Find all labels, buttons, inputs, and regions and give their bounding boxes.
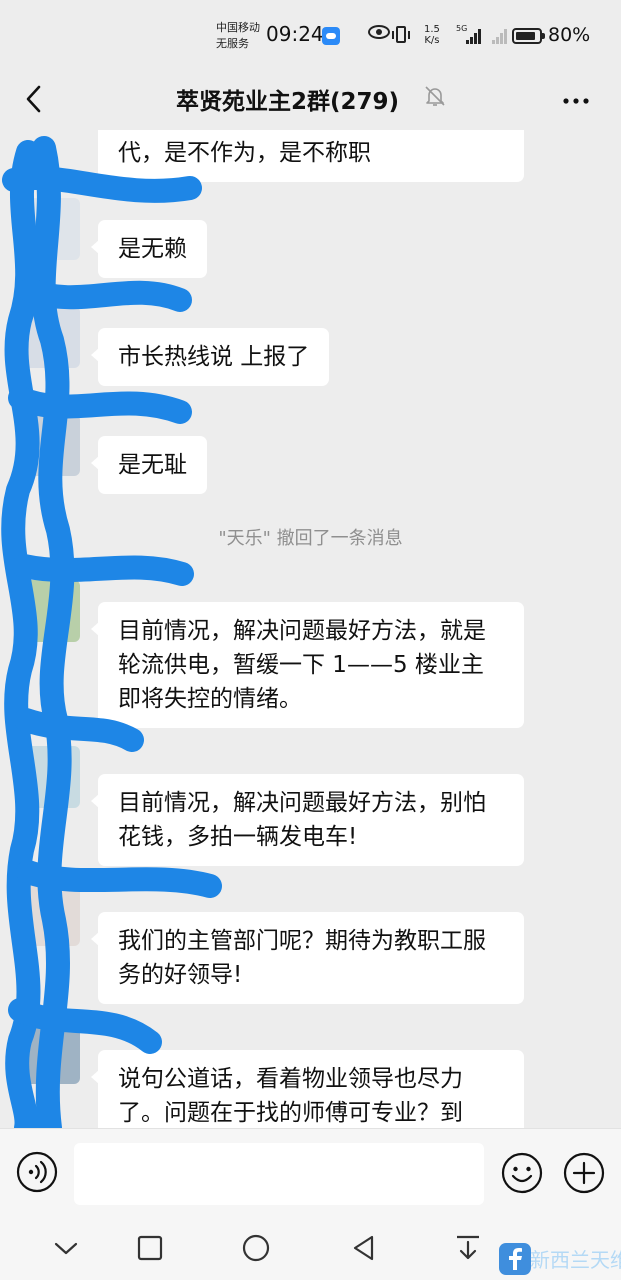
message-bubble[interactable]: 说句公道话，看着物业领导也尽力了。问题在于找的师傅可专业？到 (91, 1050, 524, 1128)
carrier-service: 无服务 (216, 37, 249, 50)
signal-icon (456, 28, 482, 44)
circle-icon[interactable] (240, 1232, 272, 1264)
triangle-back-icon[interactable] (348, 1232, 380, 1264)
more-dots-icon[interactable] (558, 84, 594, 114)
chevron-down-icon[interactable] (50, 1232, 82, 1264)
voice-icon[interactable] (16, 1151, 58, 1193)
avatar[interactable] (18, 198, 80, 260)
network-speed-unit: K/s (424, 35, 440, 46)
message-bubble[interactable]: 代，是不作为，是不称职 (98, 130, 524, 182)
message-bubble[interactable]: 是无赖 (91, 220, 207, 278)
signal-2-icon (488, 28, 508, 44)
square-icon[interactable] (134, 1232, 166, 1264)
plus-icon[interactable] (562, 1151, 606, 1195)
chevron-left-icon[interactable] (20, 84, 50, 114)
message-bubble[interactable]: 目前情况，解决问题最好方法，别怕花钱，多拍一辆发电车! (91, 774, 524, 866)
download-icon[interactable] (452, 1232, 484, 1264)
vibrate-icon (392, 26, 410, 43)
message-bubble[interactable]: 目前情况，解决问题最好方法，就是轮流供电，暂缓一下 1——5 楼业主即将失控的情… (91, 602, 524, 728)
watermark-text: 新西兰天维网 (530, 1248, 621, 1272)
network-speed: 1.5 K/s (424, 24, 440, 46)
battery-icon (512, 28, 545, 44)
avatar[interactable] (18, 884, 80, 946)
message-bubble[interactable]: 是无耻 (91, 436, 207, 494)
message-bubble[interactable]: 市长热线说 上报了 (90, 328, 330, 386)
emoji-icon[interactable] (500, 1151, 544, 1195)
avatar[interactable] (18, 1022, 80, 1084)
message-bubble[interactable]: 我们的主管部门呢？期待为教职工服务的好领导! (91, 912, 524, 1004)
avatar[interactable] (18, 580, 80, 642)
carrier-label: 中国移动 无服务 (216, 20, 260, 52)
status-bar: 中国移动 无服务 09:24 1.5 K/s 5G 80% (0, 0, 621, 70)
battery-percent: 80% (548, 24, 591, 46)
avatar[interactable] (18, 306, 80, 368)
eye-icon (368, 25, 390, 39)
network-speed-value: 1.5 (424, 24, 440, 35)
recall-notice: "天乐" 撤回了一条消息 (218, 528, 403, 549)
weather-icon (322, 27, 340, 45)
nav-bar: 萃贤苑业主2群(279) (0, 70, 621, 130)
chat-title: 萃贤苑业主2群(279) (176, 89, 400, 115)
message-input[interactable] (74, 1143, 484, 1205)
avatar[interactable] (18, 414, 80, 476)
bell-off-icon (423, 84, 447, 108)
chat-area[interactable]: 代，是不作为，是不称职 是无赖 市长热线说 上报了 是无耻 "天乐" 撤回了一条… (0, 130, 621, 1128)
facebook-icon (499, 1243, 531, 1275)
avatar[interactable] (18, 746, 80, 808)
clock: 09:24 (266, 22, 324, 46)
carrier-name: 中国移动 (216, 21, 260, 34)
input-bar (0, 1128, 621, 1218)
